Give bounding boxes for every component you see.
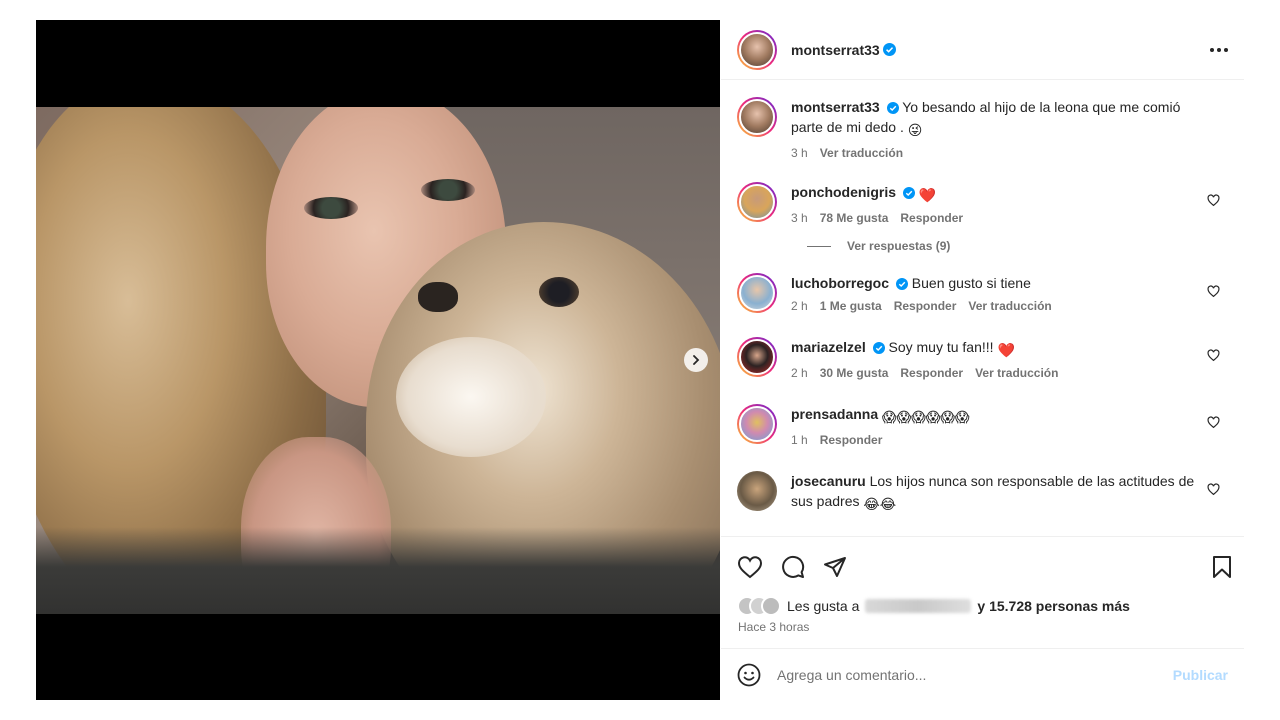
comment-username[interactable]: luchoborregoc xyxy=(791,275,889,291)
caption-username[interactable]: montserrat33 xyxy=(791,99,880,115)
more-options-icon xyxy=(1210,47,1214,52)
heart-icon[interactable] xyxy=(1207,285,1220,298)
more-options-button[interactable] xyxy=(1210,47,1228,52)
verified-badge-icon xyxy=(902,187,915,199)
comment-emoji: ❤️ xyxy=(918,187,937,203)
post-media xyxy=(36,20,720,700)
comment-username[interactable]: ponchodenigris xyxy=(791,184,896,200)
commenter-avatar[interactable] xyxy=(737,182,777,222)
caption-time: 3 h xyxy=(791,146,808,160)
comment-time: 2 h xyxy=(791,366,808,380)
comment-time: 3 h xyxy=(791,211,808,225)
wink-tongue-emoji-icon: 😜 xyxy=(907,122,923,138)
comment-item: luchoborregoc Buen gusto si tiene 2 h 1 … xyxy=(737,273,1228,313)
likes-prefix: Les gusta a xyxy=(787,598,860,614)
instagram-post: montserrat33 montserrat33 Yo besando al … xyxy=(36,20,1244,700)
heart-icon[interactable] xyxy=(1207,349,1220,362)
comment-item: prensadanna 😱😱😱😱😱😱 1 h Responder xyxy=(737,404,1228,447)
send-icon[interactable] xyxy=(823,555,847,579)
post-timestamp: Hace 3 horas xyxy=(738,620,810,634)
heart-icon[interactable] xyxy=(1207,483,1220,496)
heart-icon[interactable] xyxy=(737,555,763,579)
likes-summary[interactable]: Les gusta a y 15.728 personas más xyxy=(737,596,1130,616)
reply-button[interactable]: Responder xyxy=(900,211,963,225)
comment-emoji: 😱😱😱😱😱😱 xyxy=(882,409,970,425)
comment-likes[interactable]: 30 Me gusta xyxy=(820,366,889,380)
action-bar xyxy=(721,536,1244,596)
translate-link[interactable]: Ver traducción xyxy=(975,366,1058,380)
author-avatar[interactable] xyxy=(737,97,777,137)
photo-cub-nose xyxy=(418,282,458,312)
comment-item: ponchodenigris ❤️ 3 h 78 Me gusta Respon… xyxy=(737,182,1228,225)
photo-shirt xyxy=(36,527,720,614)
comment-input[interactable] xyxy=(777,666,1157,683)
carousel-next-button[interactable] xyxy=(684,348,708,372)
comment-text: Buen gusto si tiene xyxy=(911,275,1031,291)
comment-username[interactable]: josecanuru xyxy=(791,473,866,489)
blurred-username xyxy=(865,599,972,613)
post-header: montserrat33 xyxy=(721,20,1244,80)
comment-time: 1 h xyxy=(791,433,808,447)
verified-badge-icon xyxy=(895,278,908,290)
comment-icon[interactable] xyxy=(781,555,805,579)
comment-time: 2 h xyxy=(791,299,808,313)
view-replies-button[interactable]: Ver respuestas (9) xyxy=(807,239,1228,253)
replies-divider xyxy=(807,245,831,247)
liker-avatar xyxy=(761,596,781,616)
comment-item: josecanuru Los hijos nunca son responsab… xyxy=(737,471,1228,514)
chevron-right-icon xyxy=(693,355,700,365)
likes-count[interactable]: y 15.728 personas más xyxy=(977,598,1130,614)
reply-button[interactable]: Responder xyxy=(894,299,957,313)
verified-badge-icon xyxy=(886,102,899,114)
comment-composer: Publicar xyxy=(721,648,1244,700)
comment-username[interactable]: mariazelzel xyxy=(791,339,866,355)
comments-list[interactable]: montserrat33 Yo besando al hijo de la le… xyxy=(721,81,1244,536)
comment-likes[interactable]: 1 Me gusta xyxy=(820,299,882,313)
publish-button[interactable]: Publicar xyxy=(1173,667,1228,683)
post-sidebar: montserrat33 montserrat33 Yo besando al … xyxy=(721,20,1244,700)
comment-emoji: ❤️ xyxy=(997,342,1015,358)
verified-badge-icon xyxy=(882,43,896,56)
translate-link[interactable]: Ver traducción xyxy=(968,299,1051,313)
view-replies-label: Ver respuestas (9) xyxy=(847,239,951,253)
comment-likes[interactable]: 78 Me gusta xyxy=(820,211,889,225)
heart-icon[interactable] xyxy=(1207,416,1220,429)
reply-button[interactable]: Responder xyxy=(900,366,963,380)
commenter-avatar[interactable] xyxy=(737,404,777,444)
photo-cub-eye xyxy=(539,277,579,307)
commenter-avatar[interactable] xyxy=(737,471,777,511)
reply-button[interactable]: Responder xyxy=(820,433,883,447)
comment-username[interactable]: prensadanna xyxy=(791,406,878,422)
commenter-avatar[interactable] xyxy=(737,337,777,377)
comment-emoji: 😂😂 xyxy=(863,496,897,512)
verified-badge-icon xyxy=(872,342,885,354)
author-avatar[interactable] xyxy=(737,29,777,70)
translate-link[interactable]: Ver traducción xyxy=(820,146,903,160)
heart-icon[interactable] xyxy=(1207,194,1220,207)
post-caption: montserrat33 Yo besando al hijo de la le… xyxy=(737,97,1228,160)
photo-cub-muzzle xyxy=(396,337,546,457)
emoji-icon[interactable] xyxy=(737,663,761,687)
author-username[interactable]: montserrat33 xyxy=(791,42,880,58)
post-photo[interactable] xyxy=(36,107,720,614)
photo-eye xyxy=(421,179,475,201)
commenter-avatar[interactable] xyxy=(737,273,777,313)
comment-text: Soy muy tu fan!!! xyxy=(888,339,994,355)
comment-item: mariazelzel Soy muy tu fan!!! ❤️ 2 h 30 … xyxy=(737,337,1228,380)
photo-eye xyxy=(304,197,358,219)
bookmark-icon[interactable] xyxy=(1212,555,1232,579)
